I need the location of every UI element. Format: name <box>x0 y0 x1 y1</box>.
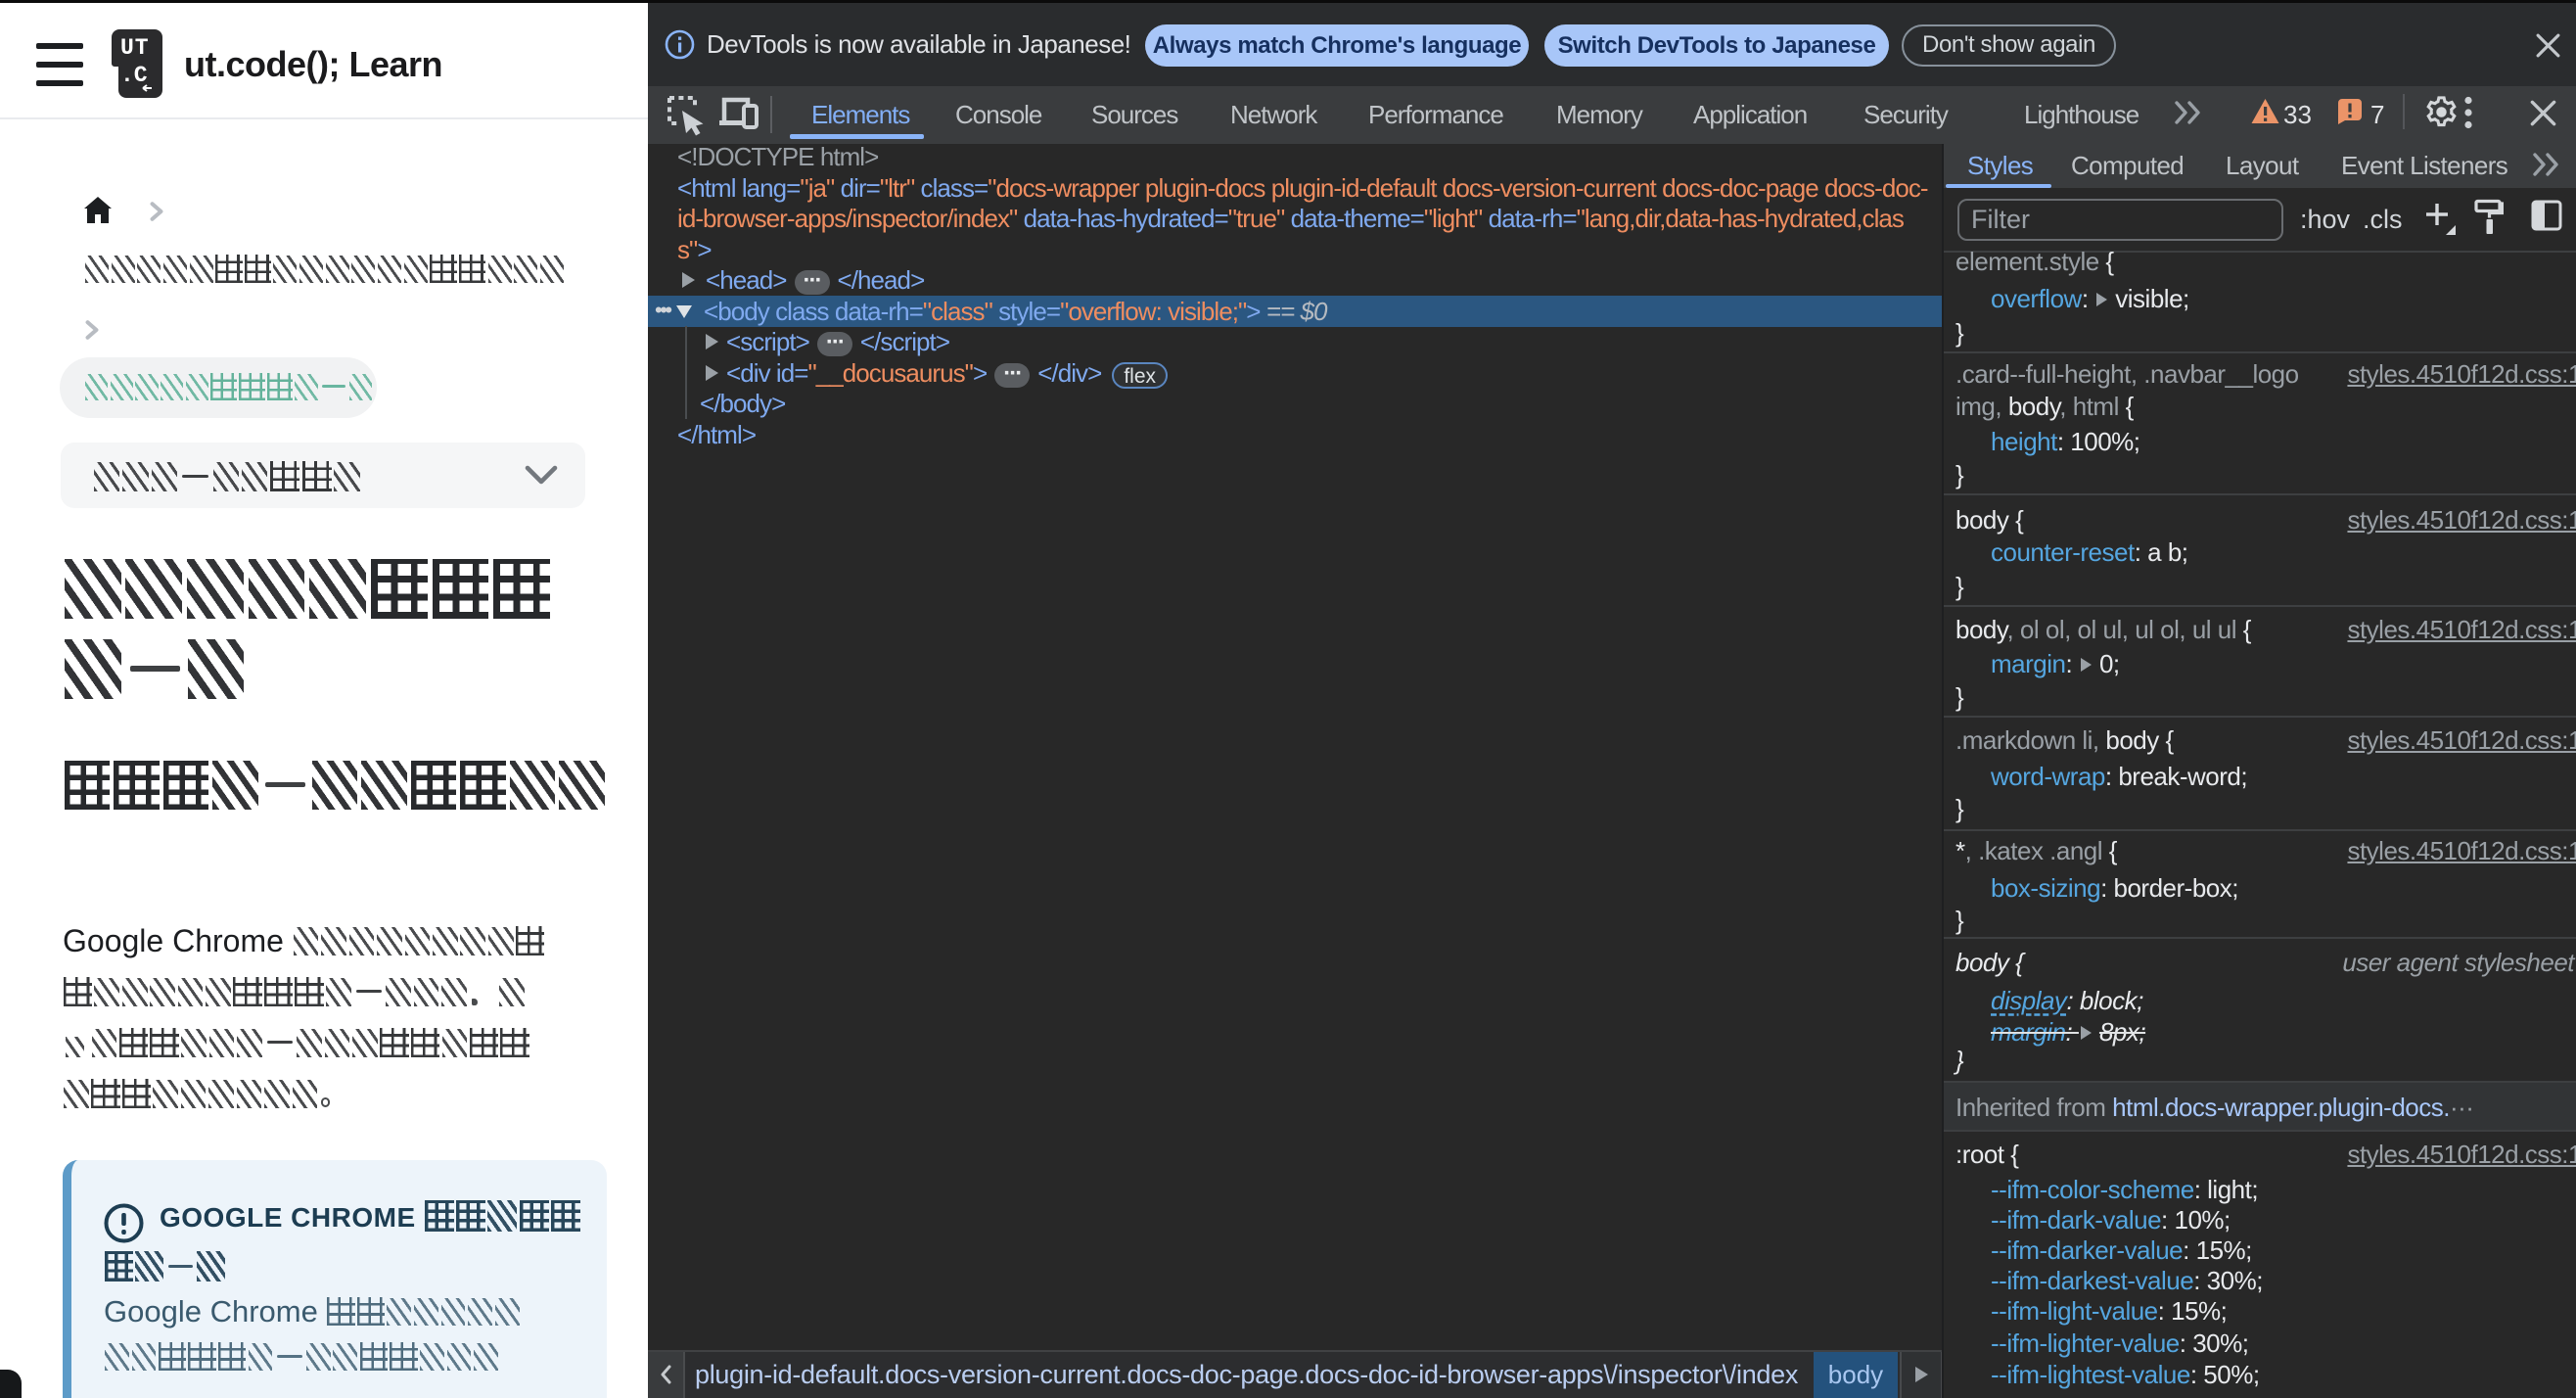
svg-text:.C: .C <box>120 63 148 88</box>
svg-text:UT: UT <box>120 35 150 61</box>
